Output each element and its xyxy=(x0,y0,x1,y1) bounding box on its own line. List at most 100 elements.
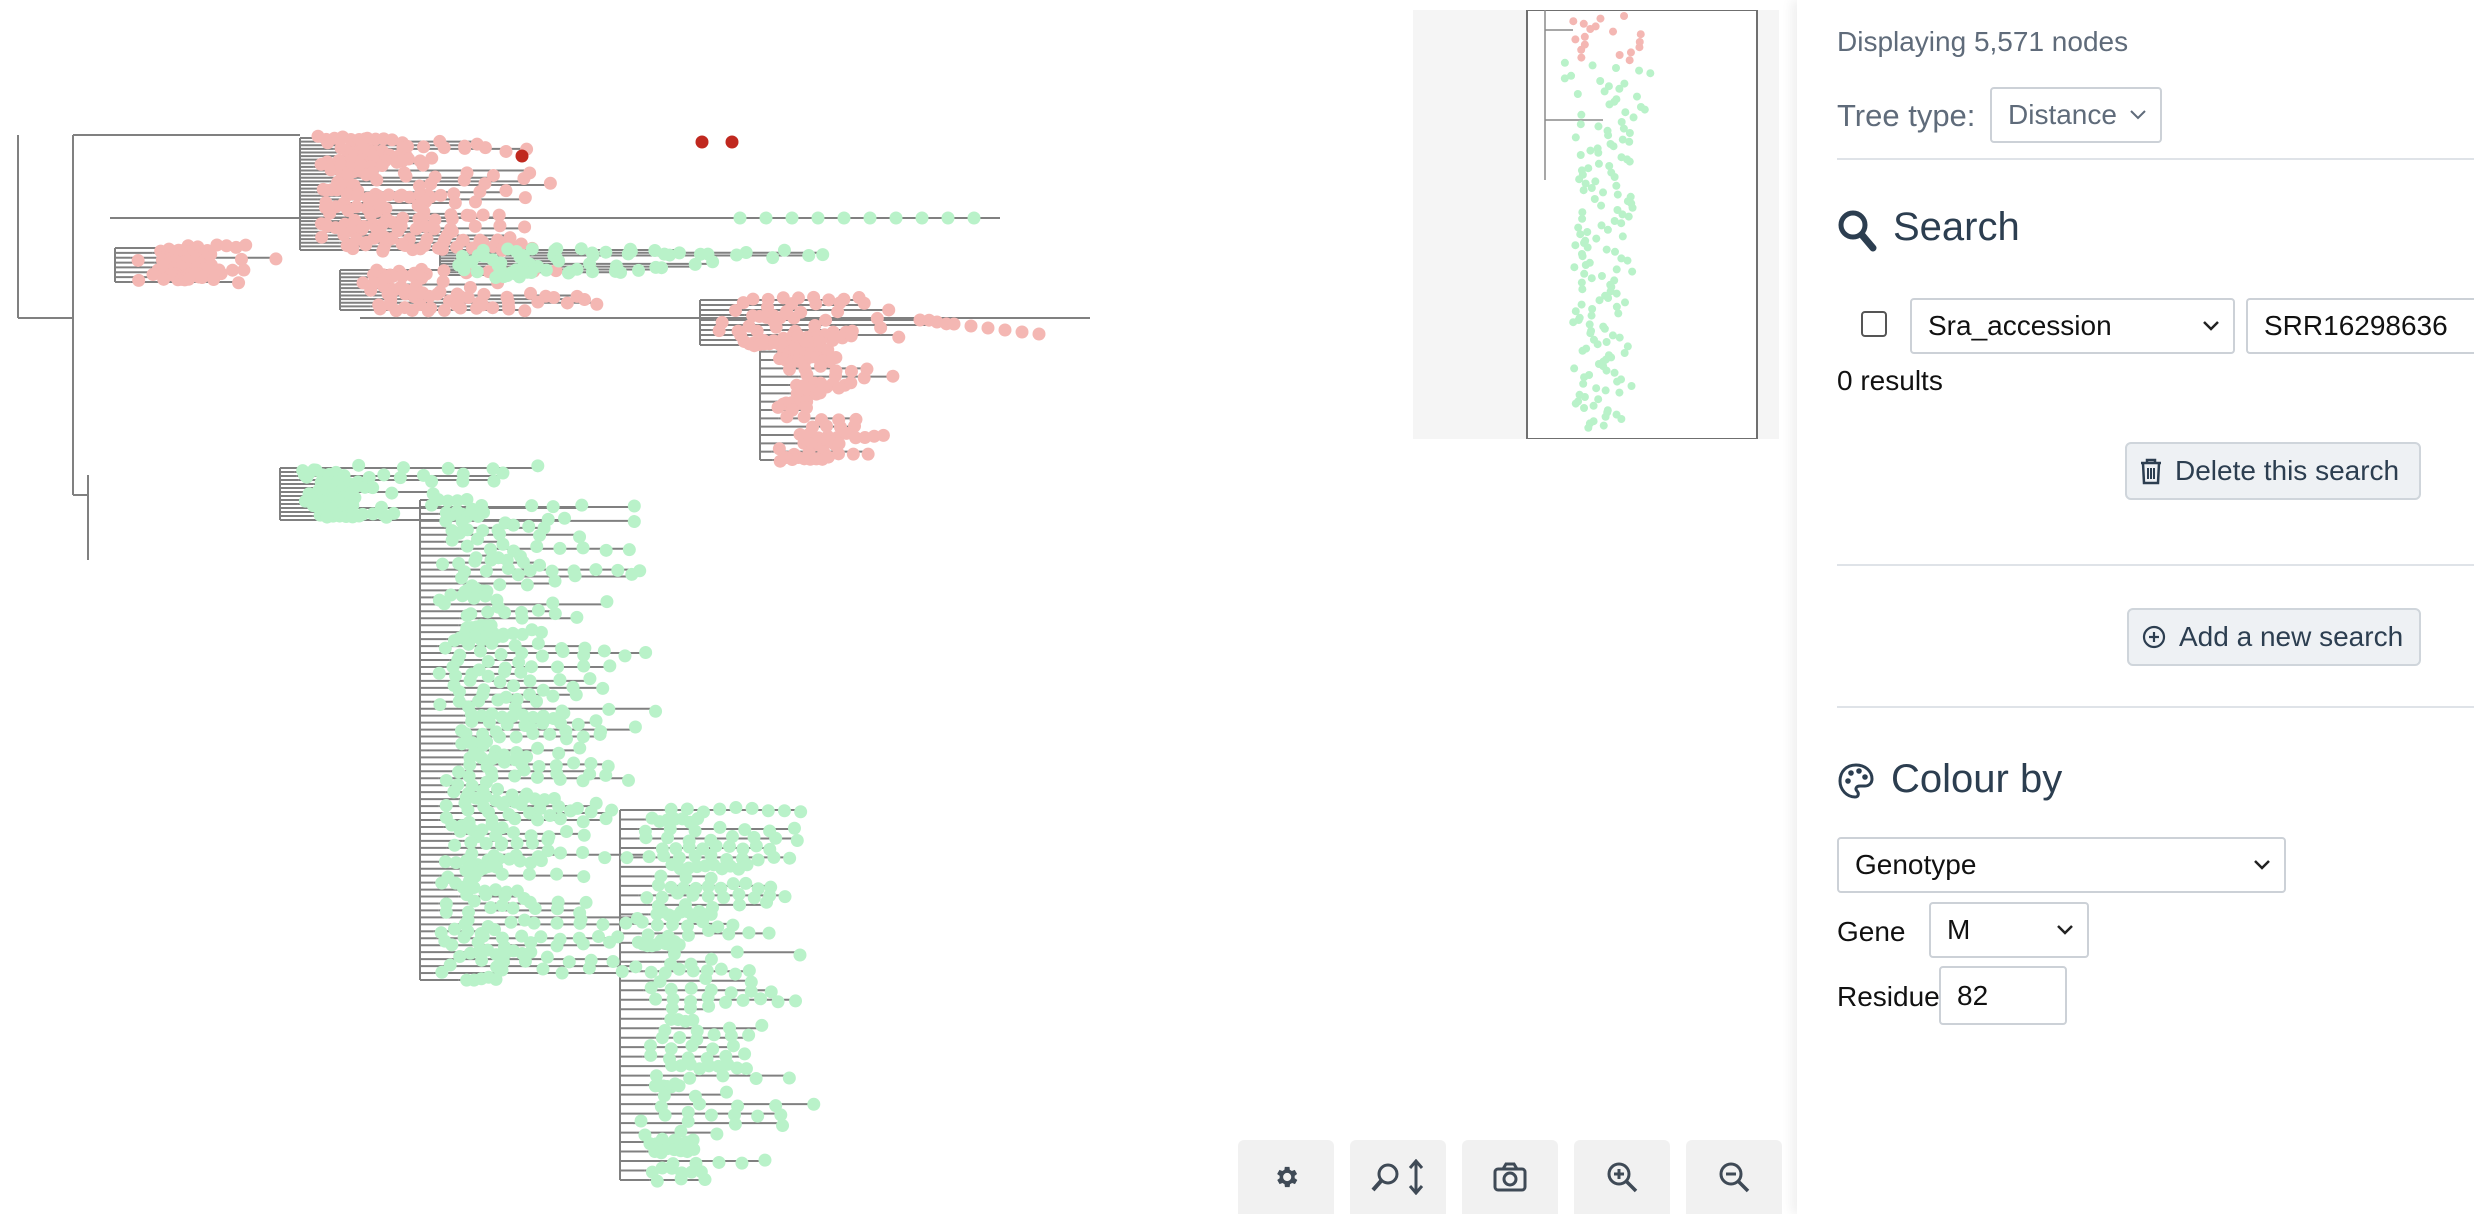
tree-node xyxy=(1600,324,1609,333)
tree-node xyxy=(1626,48,1635,57)
tree-node xyxy=(561,266,575,280)
tree-node xyxy=(1632,92,1641,101)
residue-input[interactable]: 82 xyxy=(1939,966,2067,1025)
tree-node xyxy=(759,211,773,225)
tree-node xyxy=(1579,186,1588,195)
node-count-text: Displaying 5,571 nodes xyxy=(1837,26,2129,57)
tree-node xyxy=(769,831,783,845)
tree-node xyxy=(1579,379,1588,388)
tree-node xyxy=(816,248,830,262)
tree-node xyxy=(489,972,503,986)
tree-node xyxy=(704,1108,718,1122)
screenshot-button[interactable] xyxy=(1462,1140,1558,1214)
tree-node xyxy=(478,141,492,155)
tree-node xyxy=(455,589,469,603)
tree-node xyxy=(1612,181,1621,190)
tree-node xyxy=(702,924,716,938)
tree-node xyxy=(589,563,603,577)
gene-label: Gene xyxy=(1837,916,1906,947)
tree-node xyxy=(525,836,539,850)
add-search-button[interactable]: Add a new search xyxy=(2127,608,2421,666)
colour-by-select[interactable]: Genotype xyxy=(1837,837,2286,893)
tree-node xyxy=(695,135,709,149)
tree-node xyxy=(575,498,589,512)
tree-node xyxy=(745,801,759,815)
tree-node xyxy=(1576,120,1585,129)
search-field-select[interactable]: Sra_accession xyxy=(1910,298,2235,354)
tree-node xyxy=(1629,113,1638,122)
tree-node xyxy=(794,305,808,319)
tree-node xyxy=(1577,300,1586,309)
search-heading: Search xyxy=(1893,205,2020,249)
tree-node xyxy=(1587,184,1596,192)
search-zoom-button[interactable] xyxy=(1350,1140,1446,1214)
tree-node xyxy=(913,313,927,327)
tree-node xyxy=(570,610,584,624)
tree-node xyxy=(1613,190,1622,199)
tree-node xyxy=(1596,77,1605,85)
tree-node xyxy=(207,273,221,287)
tree-node xyxy=(445,533,459,547)
tree-node xyxy=(1620,298,1629,307)
residue-value: 82 xyxy=(1957,979,1989,1011)
tree-node xyxy=(577,828,591,842)
tree-node xyxy=(1570,263,1579,272)
tree-node xyxy=(1580,404,1589,412)
tree-node xyxy=(435,965,449,979)
tree-node xyxy=(550,867,564,881)
tree-node xyxy=(496,629,510,643)
delete-search-button[interactable]: Delete this search xyxy=(2125,442,2421,500)
minimap[interactable] xyxy=(1413,10,1779,439)
tree-node xyxy=(1610,368,1619,377)
tree-node xyxy=(320,510,334,524)
tree-node xyxy=(157,272,171,286)
tree-node xyxy=(671,886,685,900)
tree-node xyxy=(1618,232,1627,241)
tree-node xyxy=(665,1001,679,1015)
tree-canvas[interactable] xyxy=(0,0,1797,1214)
tree-type-label: Tree type: xyxy=(1837,98,1976,133)
tree-node xyxy=(596,917,610,931)
gene-select[interactable]: M xyxy=(1929,902,2089,958)
tree-type-select[interactable]: Distance xyxy=(1990,87,2162,143)
tree-node xyxy=(857,371,871,385)
tree-node xyxy=(425,474,439,488)
tree-node xyxy=(751,853,765,867)
tree-node xyxy=(457,173,471,187)
tree-node xyxy=(1609,142,1618,151)
tree-node xyxy=(639,831,653,845)
tree-node xyxy=(1593,340,1602,349)
tree-node xyxy=(684,981,698,995)
tree-node xyxy=(552,746,566,760)
tree-node xyxy=(1596,14,1605,23)
tree-node xyxy=(1594,122,1603,131)
tree-node xyxy=(1628,267,1637,276)
tree-node xyxy=(393,471,407,485)
divider xyxy=(1837,706,2474,708)
tree-node xyxy=(573,741,587,755)
tree-node xyxy=(716,1069,730,1083)
tree-node xyxy=(1613,377,1622,386)
tree-node xyxy=(323,206,337,220)
tree-node xyxy=(1578,214,1587,223)
tree-node xyxy=(844,329,858,343)
tree-node xyxy=(673,1031,687,1045)
tree-node xyxy=(531,741,545,755)
search-input[interactable]: SRR16298636 xyxy=(2246,298,2474,354)
tree-node xyxy=(749,1071,763,1085)
tree-node xyxy=(1570,364,1579,373)
tree-node xyxy=(651,878,665,892)
tree-node xyxy=(674,1172,688,1186)
tree-node xyxy=(1580,32,1589,41)
tree-node xyxy=(352,458,366,472)
tree-node xyxy=(481,605,495,619)
zoom-in-button[interactable] xyxy=(1574,1140,1670,1214)
tree-node xyxy=(366,481,380,495)
search-enable-checkbox[interactable] xyxy=(1861,311,1887,337)
zoom-out-button[interactable] xyxy=(1686,1140,1782,1214)
tree-node xyxy=(736,993,750,1007)
tree-node xyxy=(981,321,995,335)
tree-node xyxy=(1581,261,1590,269)
tree-node xyxy=(1608,331,1617,340)
settings-button[interactable] xyxy=(1238,1140,1334,1214)
